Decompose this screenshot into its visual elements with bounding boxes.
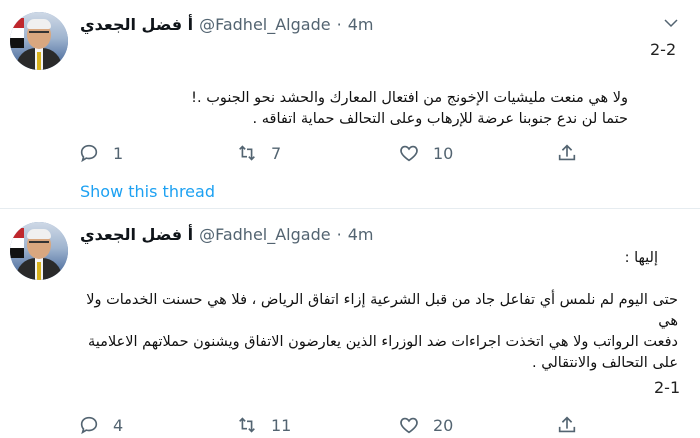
retweet-icon bbox=[239, 145, 255, 161]
display-name[interactable]: أ فضل الجعدي bbox=[80, 15, 193, 34]
heart-icon bbox=[400, 145, 418, 162]
share-button[interactable] bbox=[556, 140, 578, 166]
tweet-actions: 1 7 10 bbox=[78, 140, 598, 166]
user-handle[interactable]: @Fadhel_Algade bbox=[199, 15, 330, 34]
share-button[interactable] bbox=[556, 412, 578, 438]
retweet-icon bbox=[239, 417, 255, 433]
reply-count: 4 bbox=[113, 415, 124, 435]
timestamp[interactable]: 4m bbox=[348, 225, 374, 244]
separator-dot: · bbox=[336, 224, 342, 244]
like-count: 10 bbox=[433, 143, 454, 163]
tweet-intro: إليها : bbox=[624, 250, 658, 266]
retweet-button[interactable]: 7 bbox=[236, 140, 281, 166]
reply-button[interactable]: 4 bbox=[78, 412, 123, 438]
reply-button[interactable]: 1 bbox=[78, 140, 123, 166]
heart-icon bbox=[400, 417, 418, 434]
tweet[interactable]: أ فضل الجعدي @Fadhel_Algade · 4m 2-2 ولا… bbox=[0, 0, 700, 208]
reply-icon bbox=[80, 144, 98, 163]
share-icon bbox=[558, 144, 576, 161]
thread-index: 2-2 bbox=[650, 40, 677, 59]
reply-count: 1 bbox=[113, 143, 124, 163]
tweet-header: أ فضل الجعدي @Fadhel_Algade · 4m bbox=[80, 222, 373, 246]
tweet[interactable]: أ فضل الجعدي @Fadhel_Algade · 4m إليها :… bbox=[0, 208, 700, 436]
separator-dot: · bbox=[336, 14, 342, 34]
tweet-text: حتى اليوم لم نلمس أي تفاعل جاد من قبل ال… bbox=[68, 290, 678, 374]
tweet-header: أ فضل الجعدي @Fadhel_Algade · 4m bbox=[80, 12, 373, 36]
thread-index: 2-1 bbox=[654, 378, 681, 397]
avatar[interactable] bbox=[10, 12, 68, 70]
tweet-line: ولا هي منعت مليشيات الإخونج من افتعال ال… bbox=[191, 90, 628, 106]
retweet-count: 7 bbox=[271, 143, 282, 163]
share-icon bbox=[558, 416, 576, 433]
like-button[interactable]: 20 bbox=[398, 412, 453, 438]
tweet-line: حتى اليوم لم نلمس أي تفاعل جاد من قبل ال… bbox=[86, 292, 678, 329]
timestamp[interactable]: 4m bbox=[348, 15, 374, 34]
show-thread-link[interactable]: Show this thread bbox=[80, 182, 215, 201]
retweet-count: 11 bbox=[271, 415, 292, 435]
avatar[interactable] bbox=[10, 222, 68, 280]
retweet-button[interactable]: 11 bbox=[236, 412, 291, 438]
tweet-line: حتما لن ندع جنوبنا عرضة للإرهاب وعلى الت… bbox=[252, 111, 628, 127]
tweet-line: على التحالف والانتقالي . bbox=[532, 355, 678, 371]
tweet-line: دفعت الرواتب ولا هي اتخذت اجراءات ضد الو… bbox=[88, 334, 678, 350]
like-button[interactable]: 10 bbox=[398, 140, 453, 166]
display-name[interactable]: أ فضل الجعدي bbox=[80, 225, 193, 244]
user-handle[interactable]: @Fadhel_Algade bbox=[199, 225, 330, 244]
like-count: 20 bbox=[433, 415, 454, 435]
tweet-text: ولا هي منعت مليشيات الإخونج من افتعال ال… bbox=[68, 88, 628, 130]
chevron-down-icon[interactable] bbox=[662, 14, 680, 32]
tweet-actions: 4 11 20 bbox=[78, 412, 598, 438]
reply-icon bbox=[80, 416, 98, 435]
